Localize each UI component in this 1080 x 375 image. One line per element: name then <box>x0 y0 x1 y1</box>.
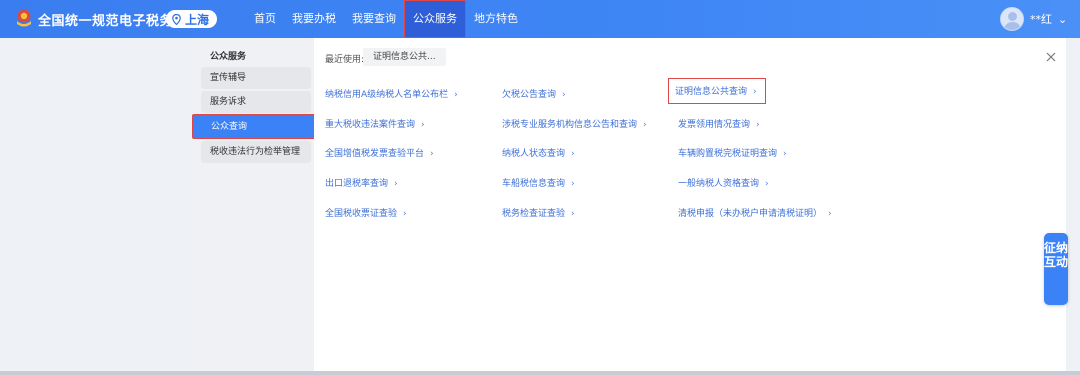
recent-label: 最近使用: <box>325 55 365 65</box>
nav-tax-handling[interactable]: 我要办税 <box>284 0 344 38</box>
chevron-right-icon: › <box>765 179 769 189</box>
link-inspection-cert-check[interactable]: 税务检查证查验 › <box>502 206 575 219</box>
nav-public-service[interactable]: 公众服务 <box>404 0 466 38</box>
tax-emblem-logo <box>17 9 31 27</box>
chevron-right-icon: › <box>430 149 434 159</box>
chevron-down-icon[interactable]: ⌄ <box>1058 13 1067 26</box>
recent-item-chip[interactable]: 证明信息公共... <box>363 48 446 66</box>
sidebar-item-tax-violation-report[interactable]: 税收违法行为检举管理 <box>201 141 311 163</box>
chevron-right-icon: › <box>571 179 575 189</box>
link-tax-agency-query[interactable]: 涉税专业服务机构信息公告和查询 › <box>502 117 647 130</box>
link-taxpayer-status-query[interactable]: 纳税人状态查询 › <box>502 146 575 159</box>
chevron-right-icon: › <box>562 90 566 100</box>
avatar[interactable] <box>1000 7 1024 31</box>
chevron-right-icon: › <box>421 120 425 130</box>
link-vehicle-tax-certificate[interactable]: 车辆购置税完税证明查询 › <box>678 146 787 159</box>
bottom-divider <box>0 371 1080 375</box>
chevron-right-icon: › <box>756 120 760 130</box>
main-nav: 首页 我要办税 我要查询 公众服务 地方特色 <box>246 0 526 38</box>
sidebar-heading: 公众服务 <box>210 52 247 62</box>
region-selector[interactable]: 上海 <box>166 10 218 28</box>
link-overdue-tax-query[interactable]: 欠税公告查询 › <box>502 87 566 100</box>
nav-query[interactable]: 我要查询 <box>344 0 404 38</box>
interaction-widget-button[interactable]: 征纳互动 <box>1044 233 1068 305</box>
link-invoice-usage-query[interactable]: 发票领用情况查询 › <box>678 117 760 130</box>
chevron-right-icon: › <box>394 179 398 189</box>
link-tax-clearance-declaration[interactable]: 清税申报（未办税户申请清税证明） › <box>678 206 832 219</box>
nav-local-features[interactable]: 地方特色 <box>466 0 526 38</box>
region-label: 上海 <box>185 12 210 27</box>
chevron-right-icon: › <box>643 120 647 130</box>
link-export-rebate-rate[interactable]: 出口退税率查询 › <box>325 176 398 189</box>
sidebar-item-service-appeal[interactable]: 服务诉求 <box>201 91 311 113</box>
sidebar: 公众服务 宣传辅导 服务诉求 公众查询 税收违法行为检举管理 <box>191 38 316 375</box>
chevron-right-icon: › <box>571 149 575 159</box>
sidebar-item-public-query[interactable]: 公众查询 <box>192 114 316 139</box>
service-panel: 最近使用: 证明信息公共... 纳税信用A级纳税人名单公布栏 › 欠税公告查询 › … <box>314 38 1066 372</box>
link-certificate-public-query[interactable]: 证明信息公共查询 › <box>668 78 766 104</box>
close-icon[interactable] <box>1044 50 1058 64</box>
location-pin-icon <box>172 13 181 25</box>
link-general-taxpayer-query[interactable]: 一般纳税人资格查询 › <box>678 176 769 189</box>
link-credit-a-list[interactable]: 纳税信用A级纳税人名单公布栏 › <box>325 87 458 100</box>
site-title[interactable]: 全国统一规范电子税务局 <box>38 10 187 29</box>
link-vessel-tax-query[interactable]: 车船税信息查询 › <box>502 176 575 189</box>
chevron-right-icon: › <box>403 209 407 219</box>
chevron-right-icon: › <box>783 149 787 159</box>
user-name[interactable]: **红 <box>1030 11 1052 27</box>
chevron-right-icon: › <box>828 209 832 219</box>
chevron-right-icon: › <box>571 209 575 219</box>
user-menu[interactable]: **红 ⌄ <box>1000 7 1067 31</box>
link-vat-invoice-check[interactable]: 全国增值税发票查验平台 › <box>325 146 434 159</box>
link-tax-receipt-check[interactable]: 全国税收票证查验 › <box>325 206 407 219</box>
chevron-right-icon: › <box>454 90 458 100</box>
sidebar-item-publicity[interactable]: 宣传辅导 <box>201 67 311 89</box>
nav-home[interactable]: 首页 <box>246 0 284 38</box>
top-header: 全国统一规范电子税务局 上海 首页 我要办税 我要查询 公众服务 地方特色 **… <box>0 0 1080 38</box>
link-major-violation-query[interactable]: 重大税收违法案件查询 › <box>325 117 425 130</box>
chevron-right-icon: › <box>753 87 757 97</box>
